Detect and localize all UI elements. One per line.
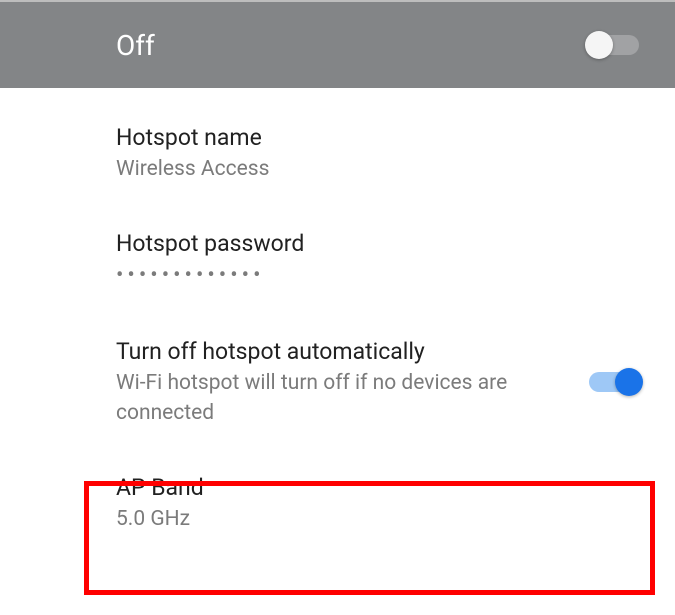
auto-off-switch[interactable] [589, 372, 639, 392]
hotspot-settings-list: Hotspot name Wireless Access Hotspot pas… [0, 88, 675, 545]
hotspot-status-label: Off [116, 29, 155, 62]
switch-knob-icon [615, 368, 643, 396]
ap-band-text: AP Band 5.0 GHz [116, 472, 639, 534]
hotspot-password-value: ••••••••••••• [116, 261, 639, 292]
ap-band-row[interactable]: AP Band 5.0 GHz [116, 438, 639, 544]
hotspot-name-value: Wireless Access [116, 155, 639, 184]
ap-band-value: 5.0 GHz [116, 505, 639, 534]
switch-knob-icon [585, 31, 613, 59]
hotspot-name-text: Hotspot name Wireless Access [116, 122, 639, 184]
hotspot-master-switch[interactable] [589, 35, 639, 55]
ap-band-title: AP Band [116, 472, 639, 503]
auto-off-row[interactable]: Turn off hotspot automatically Wi-Fi hot… [116, 302, 639, 438]
auto-off-title: Turn off hotspot automatically [116, 336, 565, 367]
auto-off-text: Turn off hotspot automatically Wi-Fi hot… [116, 336, 589, 428]
hotspot-password-text: Hotspot password ••••••••••••• [116, 228, 639, 292]
hotspot-password-row[interactable]: Hotspot password ••••••••••••• [116, 194, 639, 302]
hotspot-password-title: Hotspot password [116, 228, 639, 259]
hotspot-name-row[interactable]: Hotspot name Wireless Access [116, 88, 639, 194]
hotspot-name-title: Hotspot name [116, 122, 639, 153]
hotspot-master-toggle-bar[interactable]: Off [0, 0, 675, 88]
auto-off-description: Wi-Fi hotspot will turn off if no device… [116, 369, 565, 428]
